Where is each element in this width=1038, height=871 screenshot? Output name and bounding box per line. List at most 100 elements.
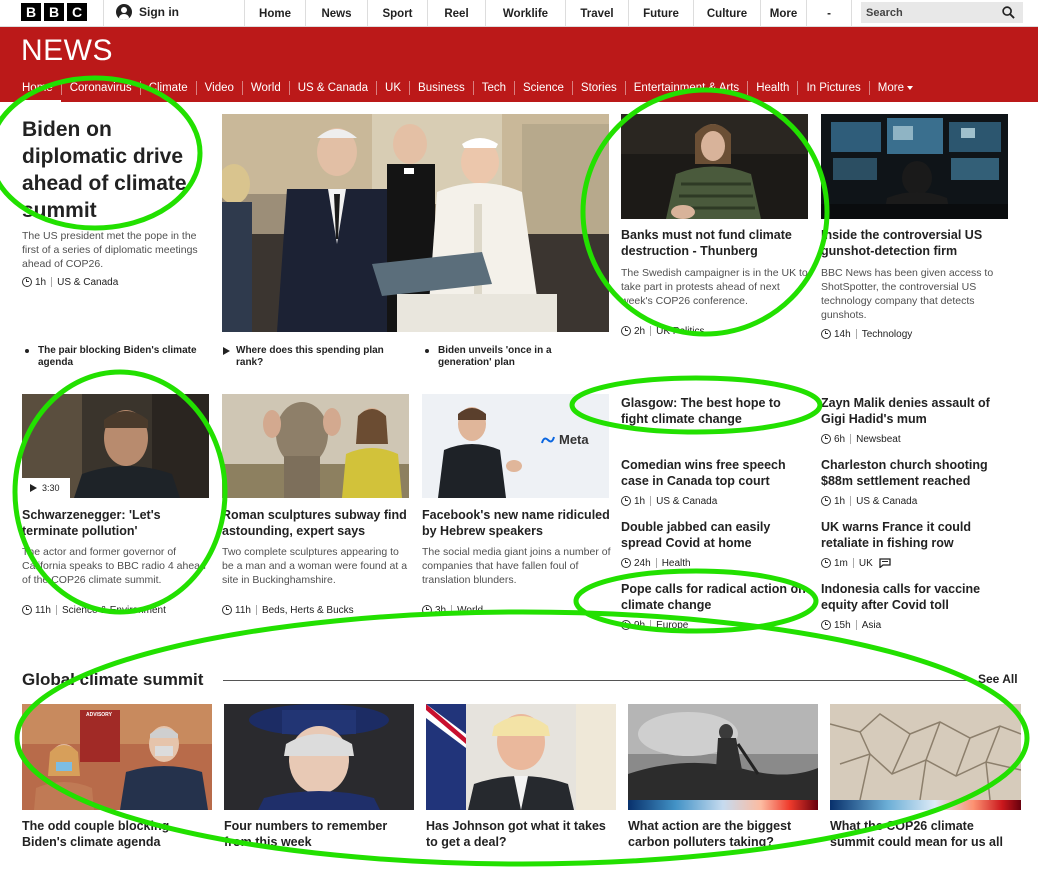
facebook-headline[interactable]: Facebook's new name ridiculed by Hebrew … (422, 507, 612, 539)
top-nav-sport[interactable]: Sport (367, 0, 427, 27)
sign-in-label: Sign in (139, 5, 179, 19)
climate-card-image[interactable] (426, 704, 616, 810)
shotspotter-image[interactable] (821, 114, 1008, 219)
advisory-sign-text: ADVISORY (86, 712, 112, 718)
climate-card-headline[interactable]: The odd couple blocking Biden's climate … (22, 818, 212, 850)
sculpture-image[interactable] (222, 394, 409, 498)
climate-section-title[interactable]: Global climate summit (22, 670, 203, 690)
bbc-logo[interactable]: B B C (21, 3, 87, 21)
top-nav-future[interactable]: Future (628, 0, 693, 27)
section-nav: Home Coronavirus Climate Video World US … (0, 74, 921, 103)
see-all-link[interactable]: See All (978, 672, 1018, 686)
list-tag[interactable]: Asia (862, 620, 881, 631)
related-link[interactable]: Biden unveils 'once in a generation' pla… (422, 345, 607, 369)
section-business[interactable]: Business (409, 81, 473, 95)
related-link[interactable]: The pair blocking Biden's climate agenda (22, 345, 212, 369)
list-headline-covid[interactable]: Double jabbed can easily spread Covid at… (621, 519, 806, 551)
schwarzenegger-headline[interactable]: Schwarzenegger: 'Let's terminate polluti… (22, 507, 212, 539)
news-logo[interactable]: NEWS (21, 34, 113, 68)
shotspotter-summary: BBC News has been given access to ShotSp… (821, 267, 994, 321)
related-link[interactable]: Where does this spending plan rank? (222, 345, 412, 369)
clock-icon (621, 326, 631, 336)
top-nav-worklife[interactable]: Worklife (485, 0, 565, 27)
meta-separator (55, 605, 57, 615)
climate-card-headline[interactable]: What action are the biggest carbon pollu… (628, 818, 818, 850)
section-tech[interactable]: Tech (472, 81, 514, 95)
sculpture-summary: Two complete sculptures appearing to be … (222, 546, 408, 586)
clock-icon (621, 496, 631, 506)
meta-infinity-icon (541, 436, 555, 443)
top-nav-travel[interactable]: Travel (565, 0, 628, 27)
section-entertainment[interactable]: Entertainment & Arts (624, 81, 747, 95)
meta-separator (855, 329, 857, 339)
search-icon[interactable] (1002, 6, 1015, 19)
thunberg-tag[interactable]: UK Politics (656, 326, 704, 337)
logo-letter: C (67, 3, 87, 21)
top-bar: B B C Sign in Home News Sport Reel Workl… (0, 0, 1038, 27)
news-banner: NEWS Home Coronavirus Climate Video Worl… (0, 27, 1038, 103)
section-more[interactable]: More (868, 81, 921, 95)
section-home[interactable]: Home (22, 81, 61, 103)
section-stories[interactable]: Stories (571, 81, 625, 95)
logo-letter: B (21, 3, 41, 21)
list-tag[interactable]: US & Canada (856, 496, 917, 507)
meta-separator (650, 620, 652, 630)
top-nav-culture[interactable]: Culture (693, 0, 760, 27)
shotspotter-headline[interactable]: Inside the controversial US gunshot-dete… (821, 227, 1011, 259)
hero-headline[interactable]: Biden on diplomatic drive ahead of clima… (22, 116, 202, 224)
section-in-pictures[interactable]: In Pictures (797, 81, 868, 95)
list-headline-fishing[interactable]: UK warns France it could retaliate in fi… (821, 519, 1011, 551)
section-more-label: More (877, 82, 904, 94)
top-nav-dash[interactable]: - (806, 0, 852, 27)
list-headline-indonesia[interactable]: Indonesia calls for vaccine equity after… (821, 581, 1011, 613)
warming-stripes (628, 800, 818, 810)
climate-card-headline[interactable]: What the COP26 climate summit could mean… (830, 818, 1020, 850)
top-nav-reel[interactable]: Reel (427, 0, 485, 27)
climate-card-headline[interactable]: Four numbers to remember from this week (224, 818, 414, 850)
shotspotter-tag[interactable]: Technology (862, 329, 913, 340)
hero-image[interactable] (222, 114, 609, 332)
section-video[interactable]: Video (195, 81, 242, 95)
climate-card-image[interactable] (628, 704, 818, 810)
list-headline-pope[interactable]: Pope calls for radical action on climate… (621, 581, 806, 613)
list-tag[interactable]: Health (662, 558, 691, 569)
section-climate[interactable]: Climate (139, 81, 196, 95)
section-health[interactable]: Health (747, 81, 797, 95)
list-headline-charleston[interactable]: Charleston church shooting $88m settleme… (821, 457, 1011, 489)
hero-tag[interactable]: US & Canada (57, 277, 118, 288)
meta-separator (852, 558, 854, 568)
search-input[interactable] (861, 6, 996, 19)
sculpture-headline[interactable]: Roman sculptures subway find astounding,… (222, 507, 412, 539)
climate-card-image[interactable]: ADVISORY (22, 704, 212, 810)
facebook-image[interactable]: Meta (422, 394, 609, 498)
meta-separator (850, 434, 852, 444)
section-uk[interactable]: UK (376, 81, 409, 95)
section-coronavirus[interactable]: Coronavirus (60, 81, 140, 95)
list-time: 9h (634, 619, 646, 631)
list-headline-zayn[interactable]: Zayn Malik denies assault of Gigi Hadid'… (821, 395, 1011, 427)
section-science[interactable]: Science (514, 81, 572, 95)
list-tag[interactable]: UK (859, 558, 873, 569)
top-nav-news[interactable]: News (305, 0, 367, 27)
list-headline-comedian[interactable]: Comedian wins free speech case in Canada… (621, 457, 806, 489)
climate-card-image[interactable] (830, 704, 1021, 810)
list-tag[interactable]: Europe (656, 620, 688, 631)
section-us-canada[interactable]: US & Canada (288, 81, 376, 95)
clock-icon (621, 620, 631, 630)
sculpture-tag[interactable]: Beds, Herts & Bucks (262, 605, 354, 616)
list-headline-glasgow[interactable]: Glasgow: The best hope to fight climate … (621, 395, 806, 427)
list-tag[interactable]: US & Canada (656, 496, 717, 507)
sign-in-link[interactable]: Sign in (116, 4, 179, 20)
top-nav-home[interactable]: Home (244, 0, 305, 27)
climate-card-image[interactable] (224, 704, 414, 810)
thunberg-headline[interactable]: Banks must not fund climate destruction … (621, 227, 811, 259)
section-world[interactable]: World (241, 81, 289, 95)
schwarzenegger-tag[interactable]: Science & Environment (62, 605, 166, 616)
hero-time: 1h (35, 276, 47, 288)
climate-card-headline[interactable]: Has Johnson got what it takes to get a d… (426, 818, 616, 850)
thunberg-image[interactable] (621, 114, 808, 219)
clock-icon (621, 558, 631, 568)
list-tag[interactable]: Newsbeat (856, 434, 900, 445)
facebook-tag[interactable]: World (457, 605, 483, 616)
top-nav-more[interactable]: More (760, 0, 806, 27)
